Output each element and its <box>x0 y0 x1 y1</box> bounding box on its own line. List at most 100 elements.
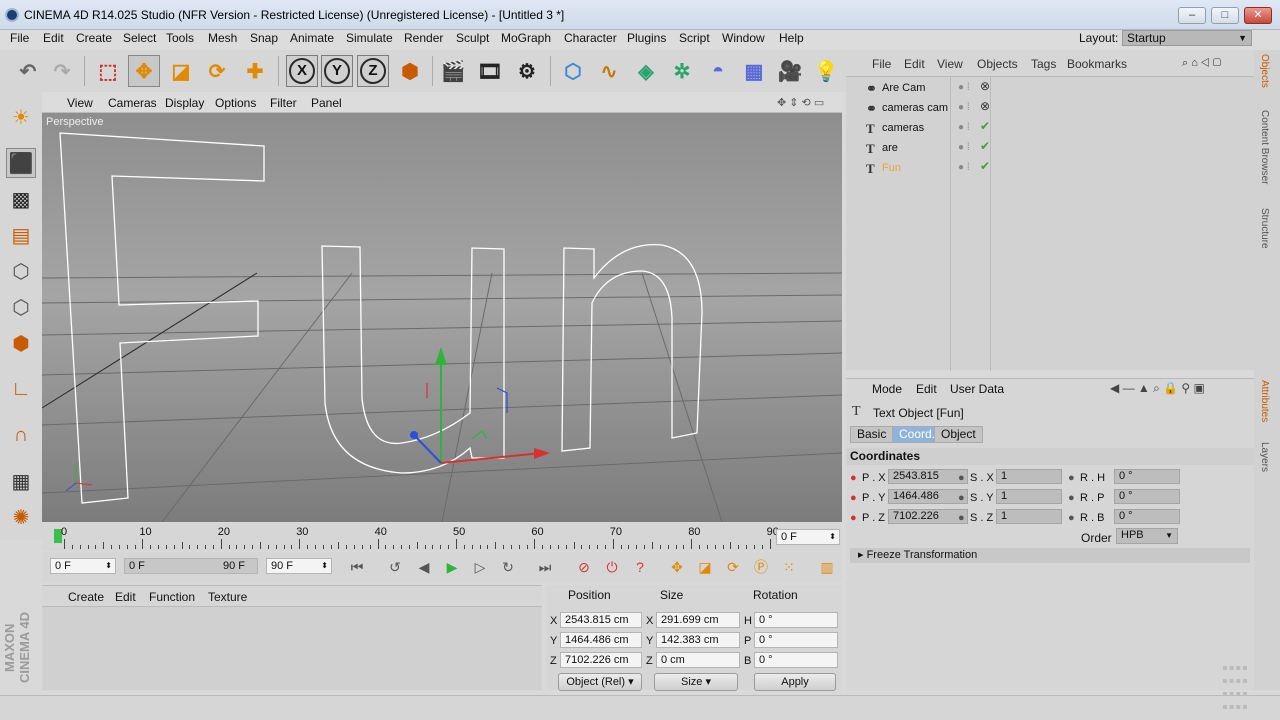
keyframe-dot-icon[interactable]: ● <box>850 472 857 484</box>
move-tool-icon[interactable]: ✥ <box>128 55 160 87</box>
menu-help[interactable]: Help <box>779 31 804 45</box>
object-row-cameras[interactable]: T cameras ● ⁞ ✔ <box>854 119 1254 137</box>
menu-snap[interactable]: Snap <box>250 31 278 45</box>
attr-menu-mode[interactable]: Mode <box>872 382 902 396</box>
array-generator-icon[interactable]: ✲ <box>666 55 698 87</box>
rot-p-field[interactable]: 0 ° <box>754 632 838 648</box>
next-key-icon[interactable]: ↻ <box>497 556 519 578</box>
camera-target-tag-icon[interactable]: ⊗ <box>980 79 990 93</box>
attribute-navigation-icons[interactable]: ◀ ― ▲ ⌕ 🔒 ⚲ ▣ <box>1110 381 1205 396</box>
menu-create[interactable]: Create <box>76 31 112 45</box>
render-view-icon[interactable]: 🎬 <box>437 55 469 87</box>
record-active-objects-icon[interactable]: ⊘ <box>573 556 595 578</box>
rot-h-field[interactable]: 0 ° <box>754 612 838 628</box>
planar-workplane-icon[interactable]: ✺ <box>6 502 36 532</box>
undo-icon[interactable]: ↶ <box>12 55 44 87</box>
material-menu-texture[interactable]: Texture <box>208 590 247 604</box>
current-frame-field[interactable]: 0 F ⬍ <box>776 529 840 545</box>
coord-mode-dropdown[interactable]: Object (Rel) ▾ <box>558 673 642 691</box>
sidebar-tab-layers[interactable]: Layers <box>1259 442 1270 472</box>
transform-tool-icon[interactable]: ✚ <box>239 55 271 87</box>
visibility-dots-icon[interactable]: ● ⁞ <box>958 142 970 153</box>
keyframe-dot-icon[interactable]: ● <box>958 512 965 524</box>
camera-target-tag-icon[interactable]: ⊗ <box>980 99 990 113</box>
objects-menu-tags[interactable]: Tags <box>1031 57 1056 71</box>
play-icon[interactable]: ▶ <box>441 556 463 578</box>
menu-character[interactable]: Character <box>564 31 617 45</box>
r-h-field[interactable]: 0 ° <box>1114 469 1180 484</box>
spline-pen-icon[interactable]: ∿ <box>593 55 625 87</box>
go-to-end-icon[interactable]: ⏭ <box>534 556 556 578</box>
objects-menu-file[interactable]: File <box>872 57 891 71</box>
viewport-menu-cameras[interactable]: Cameras <box>108 96 157 110</box>
viewport-navigation-icons[interactable]: ✥ ⇕ ⟲ ▭ <box>777 96 824 109</box>
coordinate-system-icon[interactable]: ⬢ <box>394 55 426 87</box>
keyframe-dot-icon[interactable]: ● <box>1068 472 1075 484</box>
previous-frame-icon[interactable]: ◀ <box>413 556 435 578</box>
size-mode-dropdown[interactable]: Size ▾ <box>654 673 738 691</box>
material-menu-create[interactable]: Create <box>68 590 104 604</box>
pos-z-field[interactable]: 7102.226 cm <box>560 652 642 668</box>
go-to-start-icon[interactable]: ⏮ <box>346 556 368 578</box>
edges-mode-icon[interactable]: ⬡ <box>6 292 36 322</box>
render-settings-icon[interactable]: ⚙ <box>511 55 543 87</box>
rotate-tool-icon[interactable]: ⟳ <box>201 55 233 87</box>
pos-y-field[interactable]: 1464.486 cm <box>560 632 642 648</box>
menu-mesh[interactable]: Mesh <box>208 31 237 45</box>
menu-simulate[interactable]: Simulate <box>346 31 393 45</box>
size-z-field[interactable]: 0 cm <box>656 652 740 668</box>
y-axis-lock-button[interactable]: Y <box>321 55 353 87</box>
menu-script[interactable]: Script <box>679 31 710 45</box>
end-frame-field[interactable]: 90 F ⬍ <box>266 558 332 574</box>
tab-object[interactable]: Object <box>934 426 983 443</box>
material-area[interactable] <box>42 606 542 690</box>
keyframe-dot-icon[interactable]: ● <box>958 472 965 484</box>
s-x-field[interactable]: 1 <box>996 469 1062 484</box>
menu-select[interactable]: Select <box>123 31 156 45</box>
layout-dropdown[interactable]: Startup ▼ <box>1122 30 1252 46</box>
start-frame-field[interactable]: 0 F ⬍ <box>50 558 116 574</box>
scale-tool-icon[interactable]: ◪ <box>165 55 197 87</box>
r-p-field[interactable]: 0 ° <box>1114 489 1180 504</box>
subdivision-surface-icon[interactable]: ◈ <box>630 55 662 87</box>
menu-window[interactable]: Window <box>722 31 765 45</box>
previous-key-icon[interactable]: ↺ <box>384 556 406 578</box>
sidebar-tab-attributes[interactable]: Attributes <box>1259 380 1270 422</box>
snap-magnet-icon[interactable]: ∩ <box>6 420 36 450</box>
deformer-icon[interactable]: ◓ <box>702 55 734 87</box>
menu-render[interactable]: Render <box>404 31 443 45</box>
visibility-dots-icon[interactable]: ● ⁞ <box>958 102 970 113</box>
objects-menu-bookmarks[interactable]: Bookmarks <box>1067 57 1127 71</box>
p-z-field[interactable]: 7102.226 <box>888 509 968 524</box>
menu-plugins[interactable]: Plugins <box>627 31 666 45</box>
render-picture-viewer-icon[interactable]: 🎞 <box>474 55 506 87</box>
tab-basic[interactable]: Basic <box>850 426 894 443</box>
attr-menu-user-data[interactable]: User Data <box>950 382 1004 396</box>
maximize-button[interactable]: □ <box>1211 7 1239 24</box>
size-x-field[interactable]: 291.699 cm <box>656 612 740 628</box>
enabled-check-icon[interactable]: ✔ <box>980 119 990 133</box>
r-b-field[interactable]: 0 ° <box>1114 509 1180 524</box>
floor-scene-icon[interactable]: ▦ <box>738 55 770 87</box>
rot-b-field[interactable]: 0 ° <box>754 652 838 668</box>
objects-menu-edit[interactable]: Edit <box>904 57 925 71</box>
texture-mode-icon[interactable]: ▩ <box>6 184 36 214</box>
object-row-cameras-cam[interactable]: ⚭ cameras cam ● ⁞ ⊗ <box>854 99 1254 117</box>
size-y-field[interactable]: 142.383 cm <box>656 632 740 648</box>
menu-file[interactable]: File <box>10 31 29 45</box>
keyframe-dot-icon[interactable]: ● <box>1068 492 1075 504</box>
make-editable-icon[interactable]: ☀ <box>6 102 36 132</box>
order-dropdown[interactable]: HPB ▼ <box>1116 528 1178 544</box>
object-manager-search-icons[interactable]: ⌕ ⌂ ◁ ▢ <box>1182 57 1221 70</box>
record-position-icon[interactable]: ✥ <box>666 556 688 578</box>
keyframe-selection-icon[interactable]: ? <box>629 556 651 578</box>
axis-mode-icon[interactable]: ∟ <box>6 374 36 404</box>
material-menu-function[interactable]: Function <box>149 590 195 604</box>
menu-mograph[interactable]: MoGraph <box>501 31 551 45</box>
material-menu-edit[interactable]: Edit <box>115 590 136 604</box>
polygons-mode-icon[interactable]: ⬢ <box>6 328 36 358</box>
attr-menu-edit[interactable]: Edit <box>916 382 937 396</box>
frame-range-slider[interactable]: 0 F 90 F <box>124 558 258 574</box>
redo-icon[interactable]: ↷ <box>46 55 78 87</box>
menu-animate[interactable]: Animate <box>290 31 334 45</box>
